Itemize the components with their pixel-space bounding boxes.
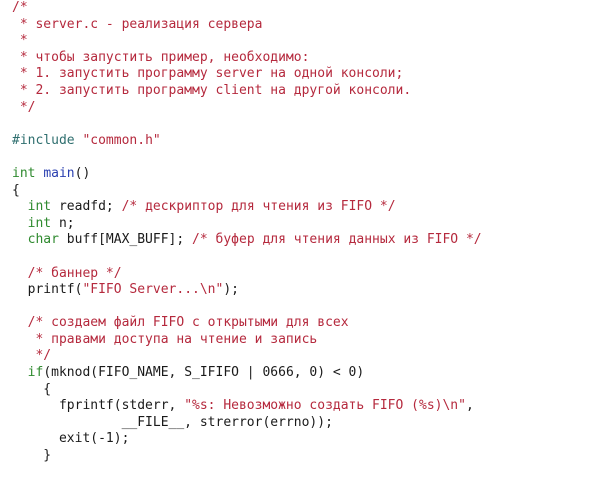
code-token-type: int [27,215,52,231]
code-line[interactable]: printf("FIFO Server...\n"); [12,282,482,299]
code-token-comment: * server.c - реализация сервера [12,16,263,32]
code-line[interactable]: /* [12,0,482,17]
code-token-type: int [12,165,36,181]
code-line[interactable] [12,299,482,316]
code-token-func: main [43,165,75,181]
code-token-comment: /* баннер */ [27,265,122,281]
code-token-string: "FIFO Server...\n" [82,282,224,298]
code-token-plain: __FILE__, strerror(errno)); [12,414,333,430]
code-token-comment: */ [12,99,36,115]
code-token-plain: { [12,182,20,198]
code-line[interactable]: int main() [12,166,482,183]
source-code-view[interactable]: /* * server.c - реализация сервера * * ч… [12,0,482,465]
code-token-string: "%s: Невозможно создать FIFO (%s)\n" [184,398,466,414]
code-line[interactable]: * 1. запустить программу server на одной… [12,66,482,83]
code-token-plain: (mknod(FIFO_NAME, S_IFIFO | 0666, 0) < 0… [43,365,365,381]
code-token-plain: , [465,398,474,414]
code-token-comment: /* создаем файл FIFO с открытыми для все… [27,315,349,331]
code-token-plain: n; [51,215,75,231]
code-token-type: char [27,232,59,248]
code-token-plain: readfd; [51,199,122,215]
code-line[interactable] [12,249,482,266]
code-token-plain: fprintf(stderr, [12,398,185,414]
code-token-comment: */ [12,348,52,364]
code-line[interactable]: */ [12,100,482,117]
code-line[interactable]: { [12,183,482,200]
code-line[interactable]: /* баннер */ [12,266,482,283]
code-line[interactable]: { [12,382,482,399]
code-token-plain: } [12,448,52,464]
code-token-string: "common.h" [82,132,161,148]
code-line[interactable]: fprintf(stderr, "%s: Невозможно создать … [12,398,482,415]
code-token-plain: { [12,381,52,397]
code-token-plain: printf( [12,282,83,298]
code-token-preproc: #include [12,132,83,148]
code-line[interactable]: * 2. запустить программу client на друго… [12,83,482,100]
code-line[interactable]: __FILE__, strerror(errno)); [12,415,482,432]
code-token-comment: * правами доступа на чтение и запись [12,331,318,347]
code-line[interactable]: if(mknod(FIFO_NAME, S_IFIFO | 0666, 0) <… [12,365,482,382]
code-line[interactable]: * чтобы запустить пример, необходимо: [12,50,482,67]
code-token-comment: * [12,33,28,49]
code-line[interactable]: int readfd; /* дескриптор для чтения из … [12,199,482,216]
code-line[interactable]: char buff[MAX_BUFF]; /* буфер для чтения… [12,232,482,249]
code-editor[interactable]: /* * server.c - реализация сервера * * ч… [0,0,606,485]
code-line[interactable] [12,149,482,166]
code-token-plain: ); [223,282,239,298]
code-token-plain: exit(-1); [12,431,130,447]
code-line[interactable]: #include "common.h" [12,133,482,150]
code-token-comment: /* буфер для чтения данных из FIFO */ [192,232,482,248]
code-line[interactable]: * правами доступа на чтение и запись [12,332,482,349]
code-token-comment: /* дескриптор для чтения из FIFO */ [121,199,396,215]
code-line[interactable]: } [12,448,482,465]
code-line[interactable]: exit(-1); [12,431,482,448]
code-line[interactable]: * server.c - реализация сервера [12,17,482,34]
code-token-plain: buff[MAX_BUFF]; [58,232,193,248]
code-line[interactable]: * [12,33,482,50]
code-token-type: int [27,199,52,215]
code-line[interactable]: int n; [12,216,482,233]
code-token-comment: /* [12,0,28,15]
code-token-keyword: if [27,365,44,381]
code-token-plain: () [74,165,91,181]
code-token-comment: * чтобы запустить пример, необходимо: [12,49,310,65]
code-token-comment: * 2. запустить программу client на друго… [12,82,412,98]
code-line[interactable] [12,116,482,133]
code-line[interactable]: */ [12,348,482,365]
code-token-comment: * 1. запустить программу server на одной… [12,66,404,82]
code-line[interactable]: /* создаем файл FIFO с открытыми для все… [12,315,482,332]
